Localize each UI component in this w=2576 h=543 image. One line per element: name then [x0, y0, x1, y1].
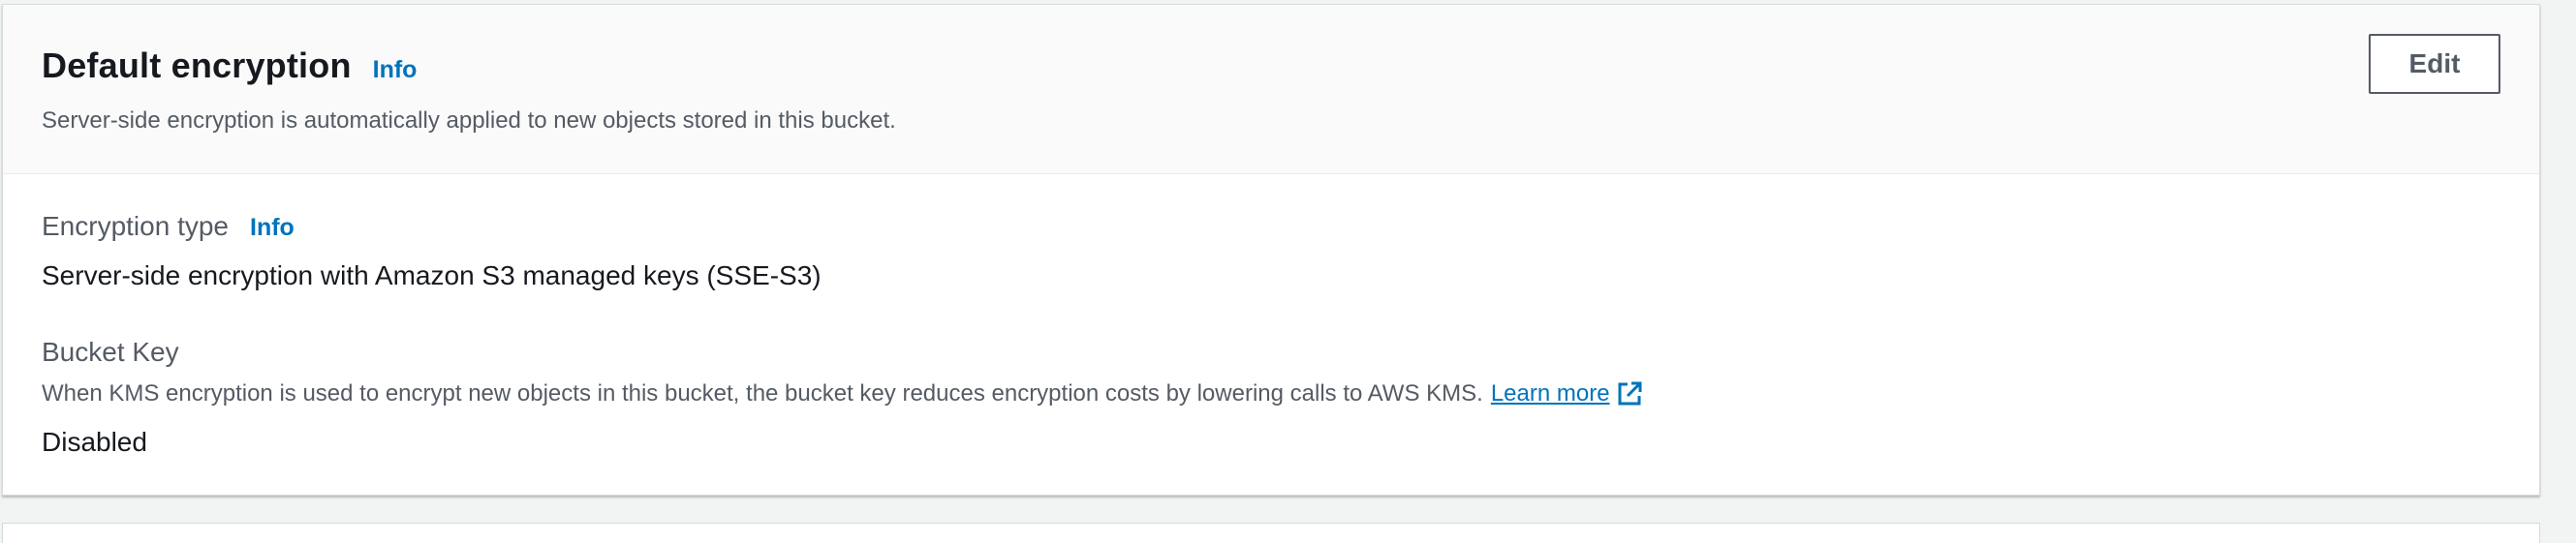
external-link-icon[interactable]	[1616, 380, 1643, 407]
panel-description: Server-side encryption is automatically …	[42, 107, 896, 134]
next-panel-edge	[2, 523, 2540, 543]
bucket-key-help-text: When KMS encryption is used to encrypt n…	[42, 380, 1483, 407]
encryption-type-label: Encryption type	[42, 211, 229, 241]
edit-button[interactable]: Edit	[2369, 34, 2500, 94]
panel-title: Default encryption	[42, 45, 352, 85]
bucket-key-value: Disabled	[42, 427, 147, 457]
bucket-key-label: Bucket Key	[42, 337, 179, 367]
title-info-link[interactable]: Info	[373, 56, 418, 84]
learn-more-link[interactable]: Learn more	[1491, 380, 1643, 407]
bucket-key-label-row: Bucket Key	[42, 337, 179, 368]
bucket-key-help: When KMS encryption is used to encrypt n…	[42, 380, 1643, 407]
title-row: Default encryption Info	[42, 45, 417, 86]
default-encryption-panel: Default encryption Info Server-side encr…	[2, 4, 2540, 496]
encryption-type-info-link[interactable]: Info	[250, 214, 295, 242]
encryption-type-value: Server-side encryption with Amazon S3 ma…	[42, 260, 822, 290]
learn-more-label[interactable]: Learn more	[1491, 380, 1610, 407]
encryption-type-label-row: Encryption type Info	[42, 211, 295, 242]
panel-header: Default encryption Info Server-side encr…	[3, 5, 2539, 174]
